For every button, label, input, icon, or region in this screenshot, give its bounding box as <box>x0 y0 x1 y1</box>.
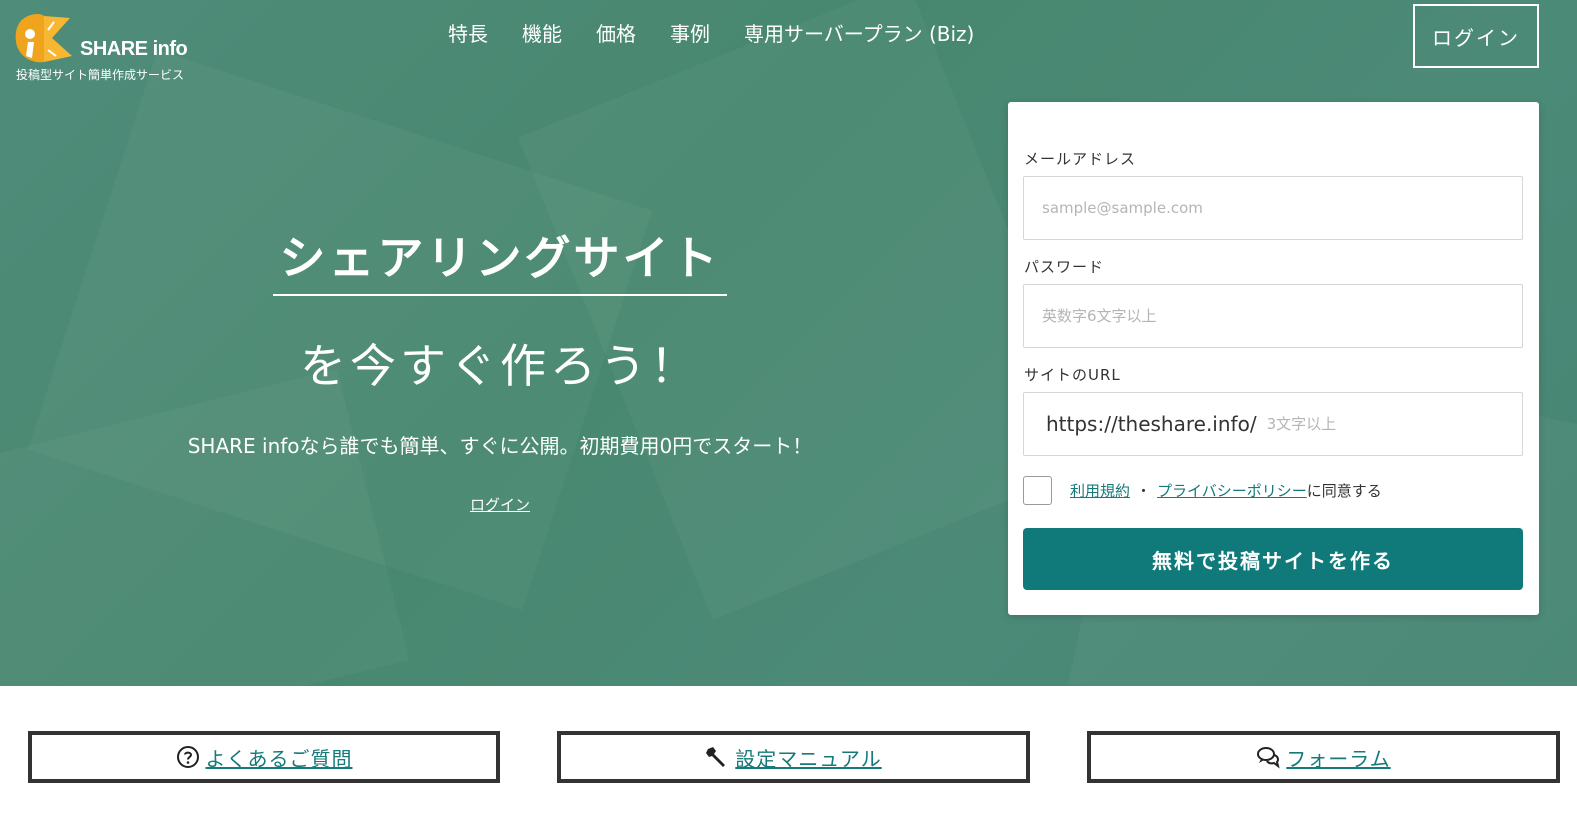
faq-label: よくあるご質問 <box>205 746 353 771</box>
hero-headline-main: シェアリングサイト <box>273 222 727 296</box>
manual-label: 設定マニュアル <box>735 746 882 771</box>
email-field[interactable] <box>1023 176 1523 240</box>
privacy-policy-link[interactable]: プライバシーポリシー <box>1157 480 1307 501</box>
forum-label: フォーラム <box>1286 746 1391 771</box>
agree-suffix: に同意する <box>1306 482 1382 500</box>
brand-tagline: 投稿型サイト簡単作成サービス <box>16 68 185 82</box>
nav-item-functions[interactable]: 機能 <box>522 18 562 47</box>
password-field[interactable] <box>1023 284 1523 348</box>
nav-item-pricing[interactable]: 価格 <box>596 18 636 47</box>
hero-headline-sub: を今すぐ作ろう！ <box>300 339 700 393</box>
wrench-icon <box>706 747 726 767</box>
nav-item-cases[interactable]: 事例 <box>670 18 710 47</box>
header-login-button[interactable]: ログイン <box>1413 4 1539 68</box>
faq-button[interactable]: よくあるご質問 <box>28 731 500 783</box>
site-url-input[interactable] <box>1266 415 1467 433</box>
manual-button[interactable]: 設定マニュアル <box>557 731 1030 783</box>
main-nav: 特長 機能 価格 事例 専用サーバープラン (Biz) <box>448 18 1008 47</box>
terms-link[interactable]: 利用規約 <box>1070 480 1130 501</box>
site-logo[interactable]: SHARE info 投稿型サイト簡単作成サービス <box>14 12 234 87</box>
site-url-label: サイトのURL <box>1024 366 1121 384</box>
forum-button[interactable]: フォーラム <box>1087 731 1560 783</box>
signup-card: メールアドレス パスワード サイトのURL https://theshare.i… <box>1008 102 1539 615</box>
site-url-field[interactable]: https://theshare.info/ <box>1023 392 1523 456</box>
nav-item-features[interactable]: 特長 <box>448 18 488 47</box>
hero-lead-text: SHARE infoなら誰でも簡単、すぐに公開。初期費用0円でスタート！ <box>187 434 813 458</box>
chat-bubbles-icon <box>1257 747 1280 769</box>
email-label: メールアドレス <box>1024 150 1137 168</box>
password-label: パスワード <box>1024 258 1105 276</box>
brand-name: SHARE info <box>80 38 188 60</box>
create-site-button[interactable]: 無料で投稿サイトを作る <box>1023 528 1523 590</box>
terms-agreement: 利用規約 ・ プライバシーポリシー に同意する <box>1023 476 1382 505</box>
nav-item-biz-plan[interactable]: 専用サーバープラン (Biz) <box>744 18 974 47</box>
hero-section: SHARE info 投稿型サイト簡単作成サービス 特長 機能 価格 事例 専用… <box>0 0 1577 686</box>
terms-separator: ・ <box>1136 482 1152 500</box>
share-info-logo-icon <box>15 14 72 63</box>
hero-headline: シェアリングサイト <box>273 222 727 296</box>
site-url-prefix: https://theshare.info/ <box>1046 412 1257 436</box>
question-circle-icon <box>176 746 199 768</box>
hero-login-link[interactable]: ログイン <box>450 494 550 515</box>
terms-checkbox[interactable] <box>1023 476 1052 505</box>
